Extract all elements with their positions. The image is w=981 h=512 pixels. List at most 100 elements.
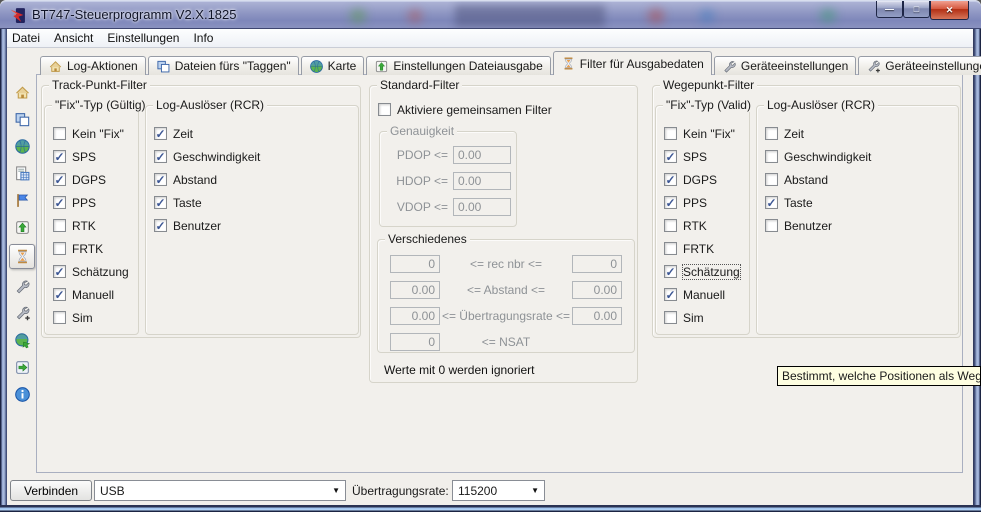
tab-dateien-fürs-taggen[interactable]: Dateien fürs "Taggen" xyxy=(148,56,299,75)
checkbox-geschwindigkeit[interactable]: Geschwindigkeit xyxy=(154,145,356,168)
titlebar-glass-blob xyxy=(700,10,714,22)
rec-nbr-min-field[interactable]: 0 xyxy=(390,255,440,273)
abstand-row: 0.00<= Abstand <=0.00 xyxy=(378,277,634,303)
group-title: Log-Auslöser (RCR) xyxy=(153,98,267,112)
sidebar-wrench-plus-icon[interactable] xyxy=(11,303,33,323)
checkbox-benutzer[interactable]: Benutzer xyxy=(765,214,956,237)
pdop-field[interactable]: 0.00 xyxy=(453,146,511,164)
checkbox-box xyxy=(53,242,66,255)
checkbox-frtk[interactable]: FRTK xyxy=(664,237,747,260)
checkbox-rtk[interactable]: RTK xyxy=(664,214,747,237)
uebertragungsrate-max-field[interactable]: 0.00 xyxy=(572,307,622,325)
sidebar-files-icon[interactable] xyxy=(11,109,33,129)
uebertragungsrate-min-field[interactable]: 0.00 xyxy=(390,307,440,325)
checkbox-benutzer[interactable]: Benutzer xyxy=(154,214,356,237)
menu-datei[interactable]: Datei xyxy=(5,30,47,46)
checkbox-label: Kein "Fix" xyxy=(683,127,735,141)
sidebar-globe-arrow-icon[interactable] xyxy=(11,330,33,350)
checkbox-kein-fix[interactable]: Kein "Fix" xyxy=(53,122,136,145)
checkbox-label: PPS xyxy=(72,196,96,210)
checkbox-manuell[interactable]: Manuell xyxy=(53,283,136,306)
port-select[interactable]: USB ▼ xyxy=(94,480,346,501)
checkbox-sim[interactable]: Sim xyxy=(53,306,136,329)
sidebar-box-right-icon[interactable] xyxy=(11,357,33,377)
minimize-button[interactable]: — xyxy=(876,1,903,18)
vdop-field[interactable]: 0.00 xyxy=(453,198,511,216)
abstand-max-field[interactable]: 0.00 xyxy=(572,281,622,299)
checkbox-dgps[interactable]: DGPS xyxy=(664,168,747,191)
checkbox-manuell[interactable]: Manuell xyxy=(664,283,747,306)
checkbox-box xyxy=(53,288,66,301)
abstand-min-field[interactable]: 0.00 xyxy=(390,281,440,299)
checkbox-label: Schätzung xyxy=(72,265,129,279)
checkbox-label: Schätzung xyxy=(683,265,740,279)
checkbox-label: Geschwindigkeit xyxy=(784,150,871,164)
track-point-filter-group: Track-Punkt-Filter "Fix"-Typ (Gültig) Ke… xyxy=(41,85,361,338)
hdop-row: HDOP <=0.00 xyxy=(380,168,516,194)
sidebar-globe-icon[interactable] xyxy=(11,136,33,156)
sidebar-hourglass-icon[interactable] xyxy=(9,244,35,269)
checkbox-label: Sim xyxy=(72,311,93,325)
tab-filter-für-ausgabedaten[interactable]: Filter für Ausgabedaten xyxy=(553,51,712,75)
checkbox-box xyxy=(765,219,778,232)
checkbox-geschwindigkeit[interactable]: Geschwindigkeit xyxy=(765,145,956,168)
connect-button[interactable]: Verbinden xyxy=(10,480,92,501)
titlebar-glass-blob xyxy=(408,10,422,22)
tab-einstellungen-dateiausgabe[interactable]: Einstellungen Dateiausgabe xyxy=(366,56,550,75)
window-border-left xyxy=(0,29,7,512)
sidebar-output-icon[interactable] xyxy=(11,217,33,237)
tab-karte[interactable]: Karte xyxy=(301,56,365,75)
checkbox-pps[interactable]: PPS xyxy=(664,191,747,214)
checkbox-label: Taste xyxy=(784,196,813,210)
checkbox-taste[interactable]: Taste xyxy=(765,191,956,214)
menu-info[interactable]: Info xyxy=(186,30,220,46)
checkbox-rtk[interactable]: RTK xyxy=(53,214,136,237)
menu-ansicht[interactable]: Ansicht xyxy=(47,30,100,46)
checkbox-sps[interactable]: SPS xyxy=(53,145,136,168)
maximize-button[interactable]: □ xyxy=(903,1,930,18)
group-title: Verschiedenes xyxy=(385,232,470,246)
group-title: "Fix"-Typ (Gültig) xyxy=(52,98,149,112)
checkbox-label: Manuell xyxy=(72,288,114,302)
checkbox-abstand[interactable]: Abstand xyxy=(154,168,356,191)
checkbox-box xyxy=(53,150,66,163)
checkbox-schätzung[interactable]: Schätzung xyxy=(664,260,747,283)
menu-einstellungen[interactable]: Einstellungen xyxy=(100,30,186,46)
hdop-field[interactable]: 0.00 xyxy=(453,172,511,190)
checkbox-zeit[interactable]: Zeit xyxy=(154,122,356,145)
checkbox-pps[interactable]: PPS xyxy=(53,191,136,214)
chevron-down-icon: ▼ xyxy=(531,486,539,495)
checkbox-taste[interactable]: Taste xyxy=(154,191,356,214)
checkbox-kein-fix[interactable]: Kein "Fix" xyxy=(664,122,747,145)
sidebar-info-icon[interactable] xyxy=(11,384,33,404)
sidebar-wrench-icon[interactable] xyxy=(11,276,33,296)
checkbox-box xyxy=(664,127,677,140)
checkbox-frtk[interactable]: FRTK xyxy=(53,237,136,260)
checkbox-schätzung[interactable]: Schätzung xyxy=(53,260,136,283)
sidebar-filetable-icon[interactable] xyxy=(11,163,33,183)
checkbox-zeit[interactable]: Zeit xyxy=(765,122,956,145)
rec-nbr-max-field[interactable]: 0 xyxy=(572,255,622,273)
tab-geräteeinstellungen[interactable]: Geräteeinstellungen xyxy=(714,56,856,75)
tab-log-aktionen[interactable]: Log-Aktionen xyxy=(40,56,146,75)
checkbox-abstand[interactable]: Abstand xyxy=(765,168,956,191)
sidebar-home-icon[interactable] xyxy=(11,82,33,102)
globe-icon xyxy=(309,59,324,74)
checkbox-sim[interactable]: Sim xyxy=(664,306,747,329)
checkbox-box xyxy=(765,127,778,140)
checkbox-box xyxy=(664,288,677,301)
nsat-min-field[interactable]: 0 xyxy=(390,333,440,351)
checkbox-dgps[interactable]: DGPS xyxy=(53,168,136,191)
sidebar-flag-icon[interactable] xyxy=(11,190,33,210)
close-button[interactable]: ✕ xyxy=(930,1,969,20)
checkbox-sps[interactable]: SPS xyxy=(664,145,747,168)
baud-rate-select[interactable]: 115200 ▼ xyxy=(452,480,545,501)
checkbox-box xyxy=(765,173,778,186)
title-bar[interactable]: BT747-Steuerprogramm V2.X.1825 — □ ✕ xyxy=(0,0,981,29)
tab-geräteeinstellungen-für-profis[interactable]: Geräteeinstellungen für Profis xyxy=(858,56,981,75)
checkbox-box xyxy=(154,196,167,209)
checkbox-label: Manuell xyxy=(683,288,725,302)
checkbox-aktiviere-gemeinsamen-filter[interactable]: Aktiviere gemeinsamen Filter xyxy=(378,98,552,121)
home-icon xyxy=(48,59,63,74)
uebertragungsrate-label: <= Übertragungsrate <= xyxy=(440,309,572,323)
